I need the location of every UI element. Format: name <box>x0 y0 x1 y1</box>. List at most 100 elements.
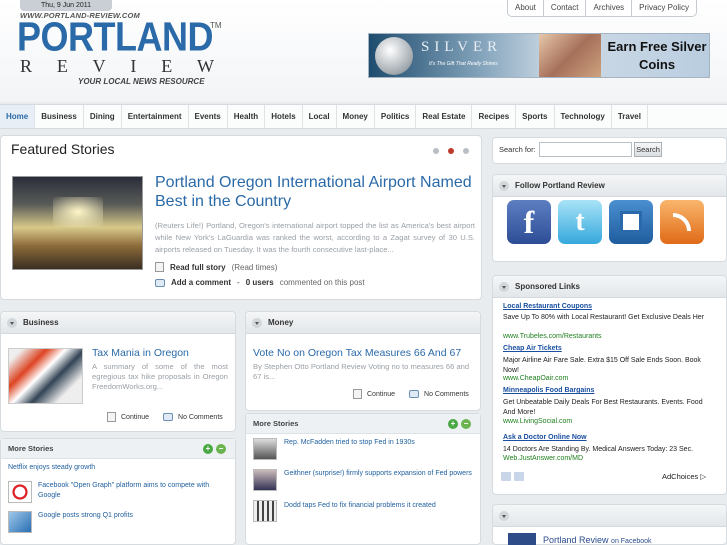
story-thumbnail[interactable] <box>8 511 32 533</box>
delicious-icon[interactable] <box>609 200 653 244</box>
ad-brand: SILVER <box>421 39 503 55</box>
section-header[interactable]: Business <box>1 312 235 334</box>
arrow-left-icon[interactable] <box>501 472 511 481</box>
section-header[interactable]: Sponsored Links <box>493 276 726 298</box>
ad-banner[interactable]: SILVER It's The Gift That Really Shines … <box>368 33 710 78</box>
featured-image[interactable] <box>12 176 143 270</box>
story-thumbnail[interactable] <box>253 438 277 460</box>
top-link-privacy[interactable]: Privacy Policy <box>632 0 696 16</box>
nav-money[interactable]: Money <box>337 105 375 128</box>
business-actions: Continue No Comments <box>107 412 223 422</box>
sponsored-url[interactable]: www.CheapOair.com <box>503 375 568 382</box>
plus-icon[interactable]: + <box>448 418 458 429</box>
list-item[interactable]: Facebook "Open Graph" platform aims to c… <box>38 481 230 501</box>
list-item[interactable]: Netflix enjoys steady growth <box>8 463 228 473</box>
chevron-down-icon[interactable] <box>499 180 509 191</box>
nav-travel[interactable]: Travel <box>612 105 648 128</box>
list-item[interactable]: Dodd taps Fed to fix financial problems … <box>284 501 474 511</box>
add-comment-link[interactable]: Add a comment <box>171 278 231 287</box>
nav-sports[interactable]: Sports <box>516 105 555 128</box>
list-item[interactable]: Geithner (surprise!) firmly supports exp… <box>284 469 474 479</box>
sponsored-text: 14 Doctors Are Standing By. Medical Answ… <box>503 446 694 453</box>
logo-subtitle: R E V I E W <box>20 56 214 77</box>
expand-controls: + − <box>448 418 471 429</box>
slider-dot-active[interactable] <box>448 148 454 154</box>
section-header[interactable]: Follow Portland Review <box>493 175 726 197</box>
slider-dot[interactable] <box>433 148 439 154</box>
money-more-stories: More Stories + − Rep. McFadden tried to s… <box>245 413 481 545</box>
read-full-story-link[interactable]: Read full story <box>170 263 226 272</box>
sponsored-text: Get Unbeatable Daily Deals For Best Rest… <box>503 399 703 416</box>
add-comment[interactable]: Add a comment - 0 users commented on thi… <box>155 278 365 287</box>
sponsored-url[interactable]: Web.JustAnswer.com/MD <box>503 455 583 462</box>
business-image[interactable] <box>8 348 83 404</box>
logo-letter: W <box>197 56 214 76</box>
more-stories-title: More Stories <box>8 444 54 453</box>
logo-letter: E <box>56 56 68 76</box>
nav-real-estate[interactable]: Real Estate <box>416 105 473 128</box>
adchoices-link[interactable]: AdChoices ▷ <box>662 472 706 481</box>
continue-link[interactable]: Continue <box>353 389 395 399</box>
continue-link[interactable]: Continue <box>107 412 149 422</box>
nav-recipes[interactable]: Recipes <box>472 105 517 128</box>
continue-label: Continue <box>367 390 396 398</box>
chevron-down-icon[interactable] <box>252 317 262 328</box>
nav-home[interactable]: Home <box>0 105 36 128</box>
nav-health[interactable]: Health <box>228 105 266 128</box>
sponsored-url[interactable]: www.LivingSocial.com <box>503 418 572 425</box>
logo-title[interactable]: PORTLAND <box>17 16 214 57</box>
nav-events[interactable]: Events <box>189 105 228 128</box>
facebook-suffix: on Facebook <box>611 538 652 545</box>
facebook-page-name[interactable]: Portland Review on Facebook <box>543 535 652 545</box>
facebook-icon[interactable]: f <box>507 200 551 244</box>
search-label: Search for: <box>499 145 536 154</box>
read-full-story[interactable]: Read full story (Read times) <box>155 262 277 272</box>
section-header[interactable]: Money <box>246 312 480 334</box>
money-actions: Continue No Comments <box>353 389 469 399</box>
chevron-down-icon[interactable] <box>499 281 509 292</box>
nav-business[interactable]: Business <box>35 105 84 128</box>
comments-link[interactable]: No Comments <box>409 390 469 398</box>
story-thumbnail[interactable] <box>253 500 277 522</box>
section-header[interactable] <box>493 505 726 527</box>
nav-local[interactable]: Local <box>303 105 337 128</box>
sponsored-link[interactable]: Cheap Air Tickets <box>503 345 562 352</box>
arrow-right-icon[interactable] <box>514 472 524 481</box>
featured-headline[interactable]: Portland Oregon International Airport Na… <box>155 173 475 211</box>
twitter-icon[interactable]: t <box>558 200 602 244</box>
chevron-down-icon[interactable] <box>499 510 509 521</box>
chevron-down-icon[interactable] <box>7 317 17 328</box>
sponsored-link[interactable]: Ask a Doctor Online Now <box>503 434 587 441</box>
sponsored-link[interactable]: Minneapolis Food Bargains <box>503 387 594 394</box>
ad-subtext: It's The Gift That Really Shines <box>429 61 498 67</box>
logo-trademark: TM <box>210 21 222 30</box>
top-link-about[interactable]: About <box>508 0 544 16</box>
sponsored-url[interactable]: www.Trubeles.com/Restaurants <box>503 333 602 340</box>
minus-icon[interactable]: − <box>461 418 471 429</box>
nav-technology[interactable]: Technology <box>555 105 612 128</box>
plus-icon[interactable]: + <box>203 443 213 454</box>
rss-icon[interactable] <box>660 200 704 244</box>
sponsored-link[interactable]: Local Restaurant Coupons <box>503 303 592 310</box>
list-item[interactable]: Google posts strong Q1 profits <box>38 511 230 521</box>
story-thumbnail[interactable] <box>253 469 277 491</box>
minus-icon[interactable]: − <box>216 443 226 454</box>
featured-summary: (Reuters Life!) Portland, Oregon's inter… <box>155 221 475 254</box>
nav-dining[interactable]: Dining <box>84 105 122 128</box>
top-link-contact[interactable]: Contact <box>544 0 587 16</box>
search-input[interactable] <box>539 142 632 157</box>
story-thumbnail[interactable] <box>8 481 32 503</box>
comments-link[interactable]: No Comments <box>163 413 223 421</box>
nav-entertainment[interactable]: Entertainment <box>122 105 189 128</box>
money-headline[interactable]: Vote No on Oregon Tax Measures 66 And 67 <box>253 347 461 359</box>
nav-hotels[interactable]: Hotels <box>265 105 303 128</box>
list-item[interactable]: Rep. McFadden tried to stop Fed in 1930s <box>284 438 474 448</box>
business-headline[interactable]: Tax Mania in Oregon <box>92 347 189 359</box>
nav-politics[interactable]: Politics <box>375 105 417 128</box>
search-button[interactable]: Search <box>634 142 662 157</box>
top-link-archives[interactable]: Archives <box>586 0 633 16</box>
facebook-page-title[interactable]: Portland Review <box>543 535 609 545</box>
section-title: Business <box>23 318 59 327</box>
facebook-page-logo[interactable] <box>508 533 536 545</box>
slider-dot[interactable] <box>463 148 469 154</box>
